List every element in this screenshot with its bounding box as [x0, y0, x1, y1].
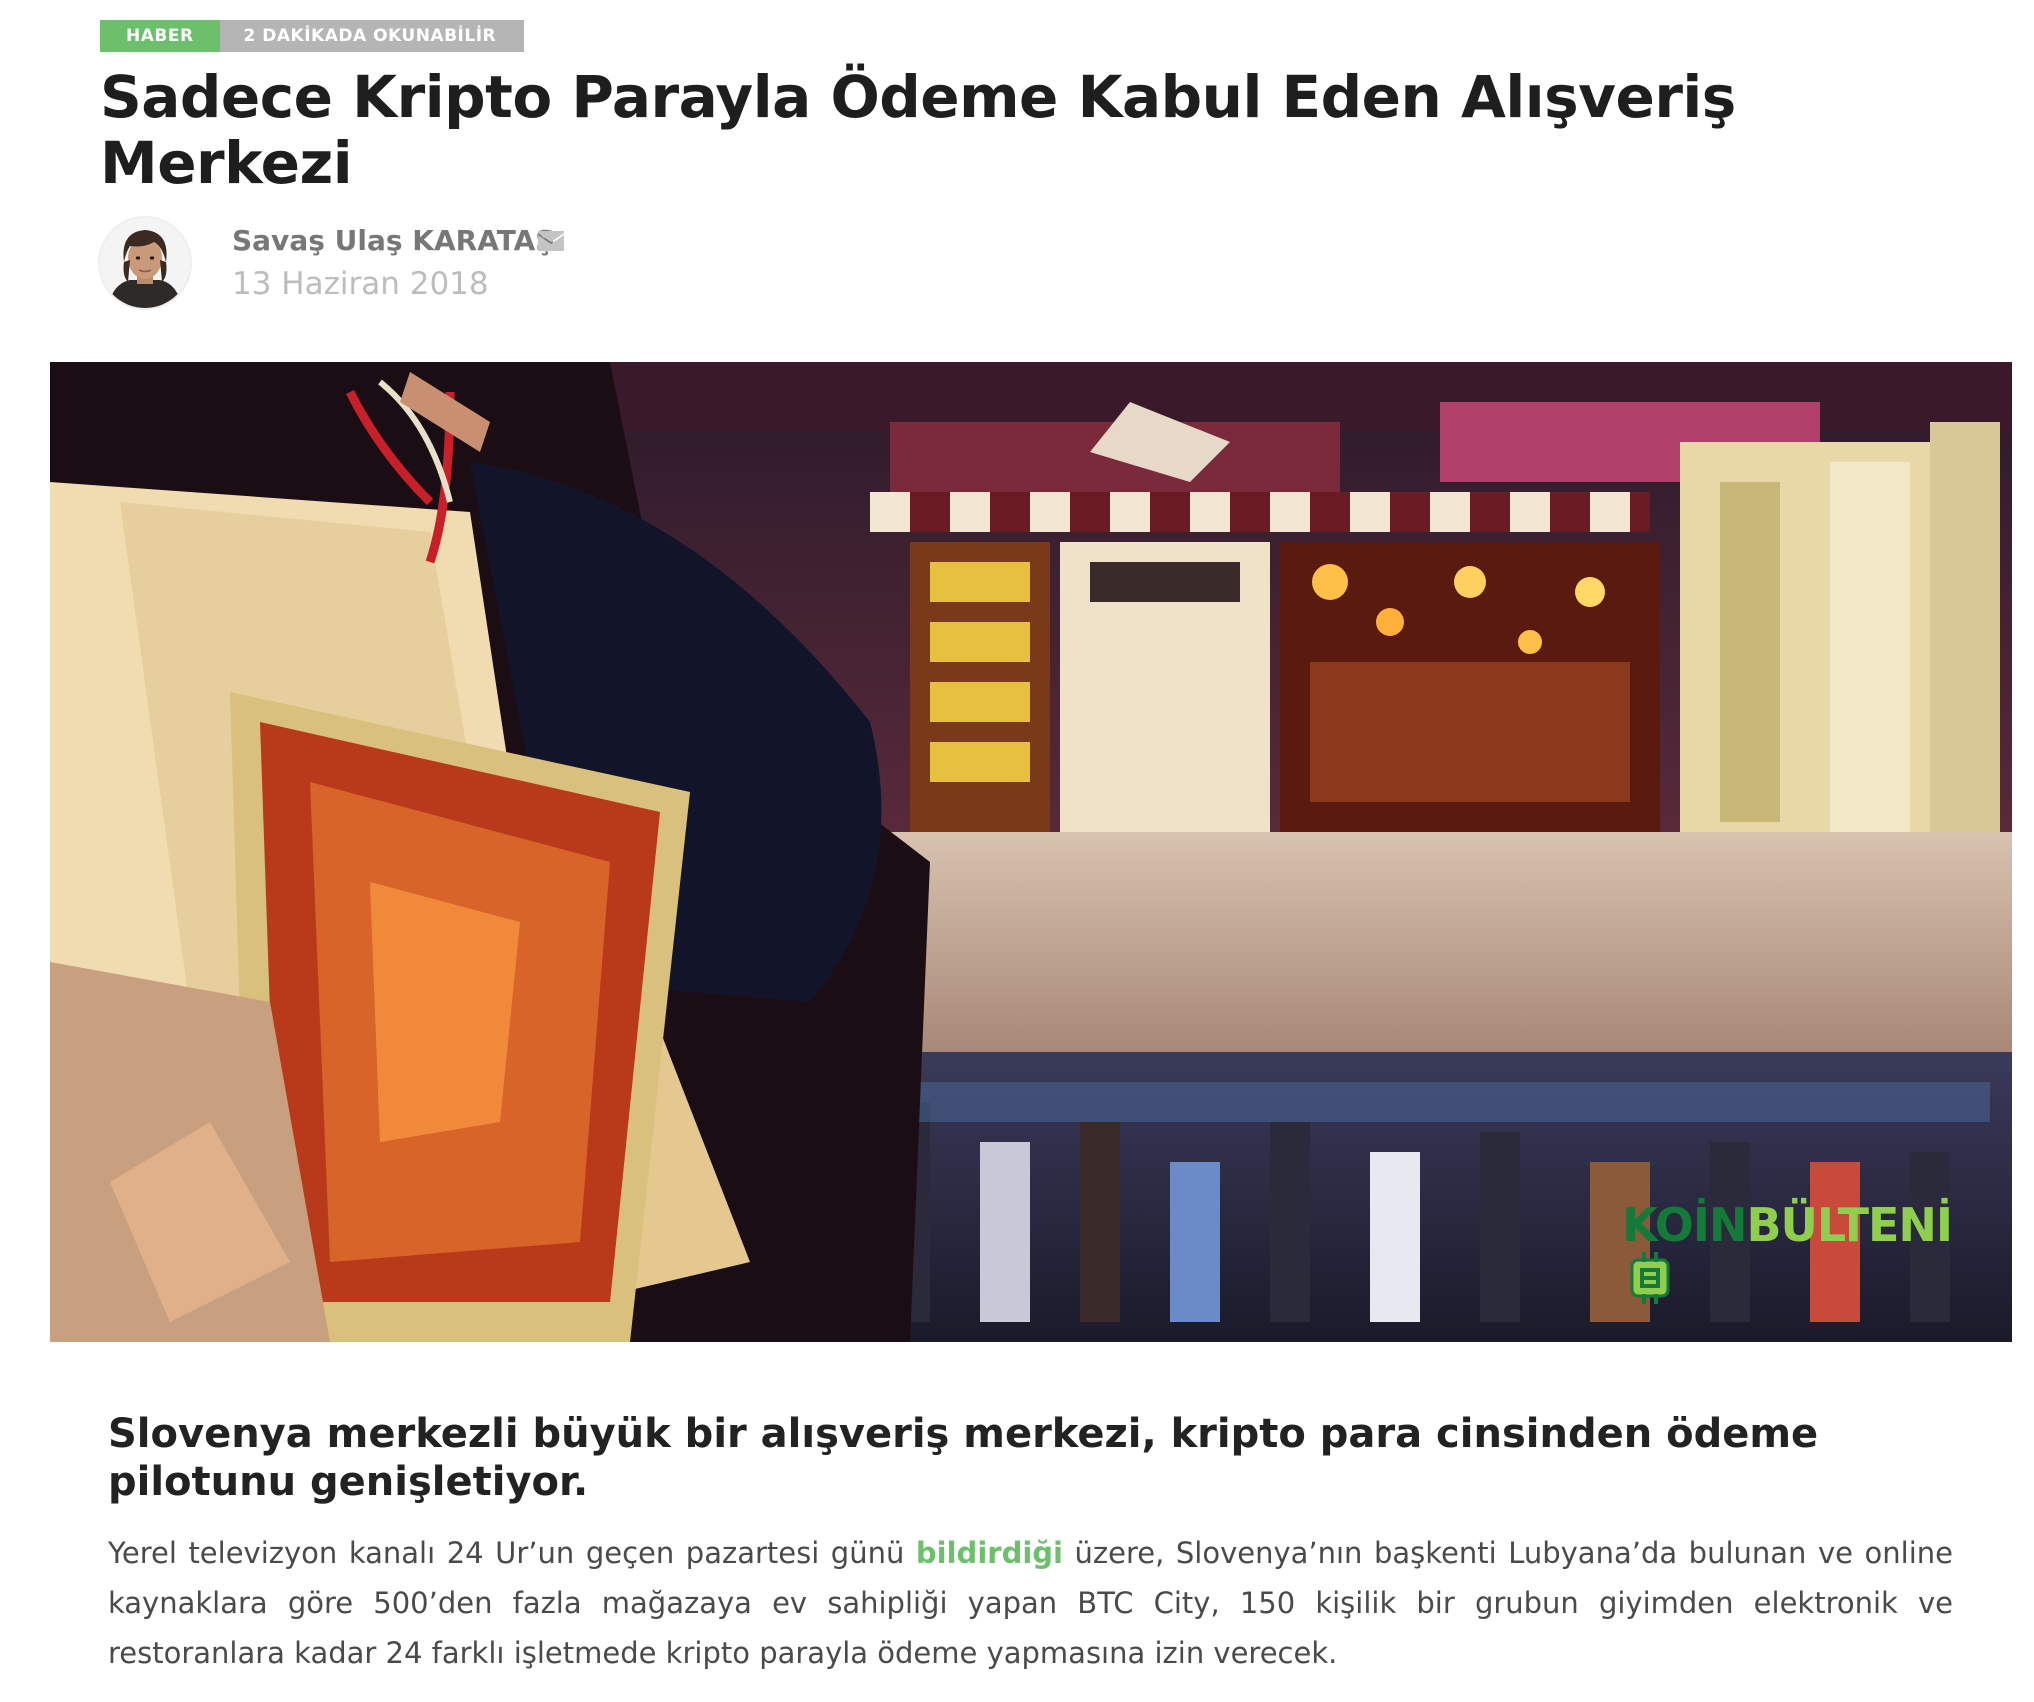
post-date: 13 Haziran 2018	[232, 266, 489, 302]
watermark-part-1: KOİN	[1622, 1198, 1747, 1252]
article-lead: Slovenya merkezli büyük bir alışveriş me…	[108, 1411, 1819, 1505]
reading-time-tag: 2 DAKİKADA OKUNABİLİR	[219, 20, 525, 52]
tag-row: HABER 2 DAKİKADA OKUNABİLİR	[100, 20, 525, 52]
avatar-image	[100, 218, 190, 308]
body-text-part-1: Yerel televizyon kanalı 24 Ur’un geçen p…	[108, 1536, 916, 1570]
envelope-icon-graphic	[538, 231, 564, 251]
watermark-part-2: BÜLTENİ	[1746, 1198, 1953, 1252]
author-meta: Savaş Ulaş KARATAŞ 13 Haziran 2018	[100, 218, 800, 308]
coin-chip-icon	[1630, 1252, 1670, 1304]
author-avatar[interactable]	[100, 218, 190, 308]
mall-illustration	[50, 362, 2012, 1342]
article-body-paragraph: Yerel televizyon kanalı 24 Ur’un geçen p…	[108, 1528, 1953, 1678]
koinbulteni-watermark: KOİNBÜLTENİ	[1622, 1198, 1953, 1304]
author-name[interactable]: Savaş Ulaş KARATAŞ	[232, 224, 555, 257]
article-title: Sadece Kripto Parayla Ödeme Kabul Eden A…	[100, 63, 1736, 197]
featured-image: KOİNBÜLTENİ	[50, 362, 2012, 1342]
envelope-icon[interactable]	[537, 230, 565, 252]
category-tag[interactable]: HABER	[100, 20, 220, 52]
source-link[interactable]: bildirdiği	[916, 1536, 1063, 1570]
